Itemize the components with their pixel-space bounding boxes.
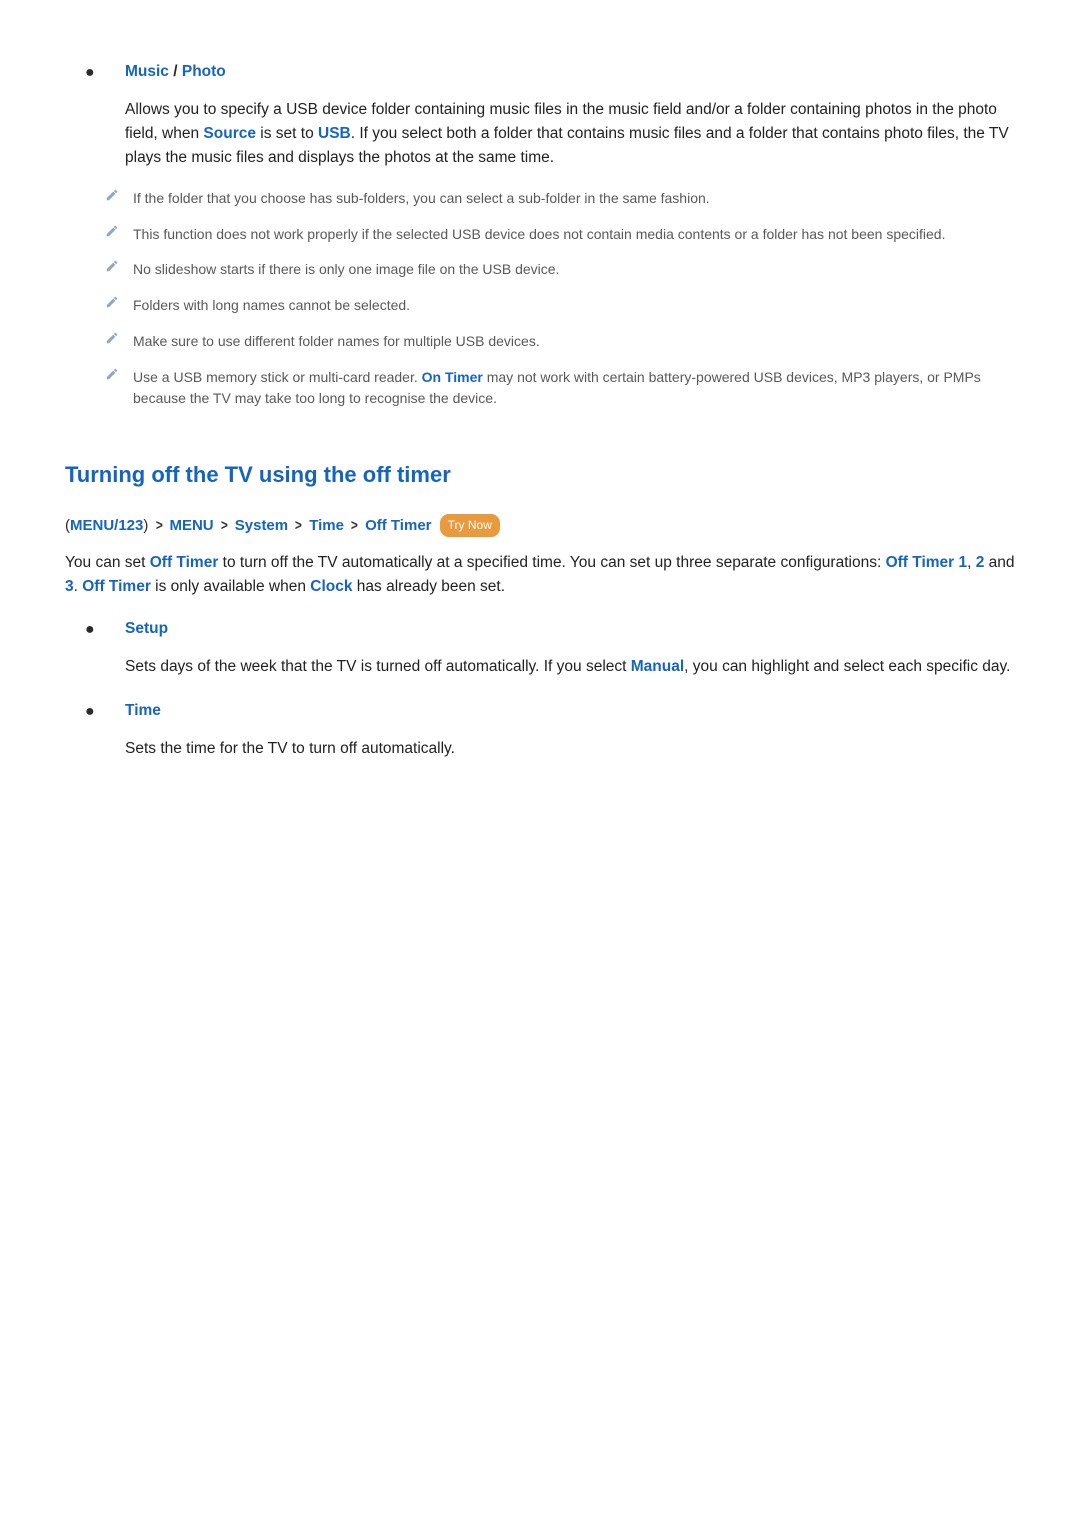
bc-system: System bbox=[235, 517, 288, 534]
chevron-right-icon: > bbox=[221, 514, 228, 537]
pen-icon bbox=[105, 259, 133, 273]
time-item: ● Time Sets the time for the TV to turn … bbox=[65, 699, 1015, 771]
off-timer-heading: Turning off the TV using the off timer bbox=[65, 458, 1015, 492]
title-slash: / bbox=[169, 63, 182, 80]
photo-label: Photo bbox=[182, 63, 226, 80]
time-label: Time bbox=[125, 699, 1015, 723]
pen-icon bbox=[105, 188, 133, 202]
note-item: No slideshow starts if there is only one… bbox=[65, 259, 1015, 281]
note-item: Folders with long names cannot be select… bbox=[65, 295, 1015, 317]
note-item: This function does not work properly if … bbox=[65, 224, 1015, 246]
note-item: Use a USB memory stick or multi-card rea… bbox=[65, 367, 1015, 410]
bc-time: Time bbox=[309, 517, 344, 534]
note-text: If the folder that you choose has sub-fo… bbox=[133, 188, 710, 210]
note-text: Use a USB memory stick or multi-card rea… bbox=[133, 367, 1015, 410]
chevron-right-icon: > bbox=[295, 514, 302, 537]
note-item: If the folder that you choose has sub-fo… bbox=[65, 188, 1015, 210]
music-label: Music bbox=[125, 63, 169, 80]
setup-description: Sets days of the week that the TV is tur… bbox=[125, 655, 1015, 679]
bc-menu123: MENU/123 bbox=[70, 517, 143, 534]
music-photo-description: Allows you to specify a USB device folde… bbox=[125, 98, 1015, 170]
note-text: No slideshow starts if there is only one… bbox=[133, 259, 559, 281]
bc-off-timer: Off Timer bbox=[365, 517, 431, 534]
note-text: Make sure to use different folder names … bbox=[133, 331, 540, 353]
pen-icon bbox=[105, 367, 133, 381]
chevron-right-icon: > bbox=[351, 514, 358, 537]
note-text: Folders with long names cannot be select… bbox=[133, 295, 410, 317]
off-timer-intro: You can set Off Timer to turn off the TV… bbox=[65, 551, 1015, 599]
bullet-dot-icon: ● bbox=[65, 617, 125, 689]
pen-icon bbox=[105, 224, 133, 238]
chevron-right-icon: > bbox=[155, 514, 162, 537]
note-text: This function does not work properly if … bbox=[133, 224, 945, 246]
time-description: Sets the time for the TV to turn off aut… bbox=[125, 737, 1015, 761]
note-item: Make sure to use different folder names … bbox=[65, 331, 1015, 353]
pen-icon bbox=[105, 331, 133, 345]
pen-icon bbox=[105, 295, 133, 309]
on-timer-label: On Timer bbox=[422, 369, 483, 385]
try-now-badge[interactable]: Try Now bbox=[440, 514, 500, 537]
bc-menu: MENU bbox=[169, 517, 213, 534]
off-timer-1-label: Off Timer 1 bbox=[886, 554, 968, 571]
setup-label: Setup bbox=[125, 617, 1015, 641]
off-timer-label: Off Timer bbox=[150, 554, 219, 571]
usb-label: USB bbox=[318, 125, 351, 142]
manual-label: Manual bbox=[631, 658, 684, 675]
music-photo-item: ● Music / Photo Allows you to specify a … bbox=[65, 60, 1015, 180]
source-label: Source bbox=[203, 125, 256, 142]
clock-label: Clock bbox=[310, 578, 352, 595]
setup-item: ● Setup Sets days of the week that the T… bbox=[65, 617, 1015, 689]
bullet-dot-icon: ● bbox=[65, 60, 125, 180]
off-timer-label2: Off Timer bbox=[82, 578, 151, 595]
bullet-dot-icon: ● bbox=[65, 699, 125, 771]
off-timer-breadcrumb: (MENU/123) > MENU > System > Time > Off … bbox=[65, 514, 1015, 537]
off-timer-3-label: 3 bbox=[65, 578, 74, 595]
music-photo-title: Music / Photo bbox=[125, 60, 1015, 84]
